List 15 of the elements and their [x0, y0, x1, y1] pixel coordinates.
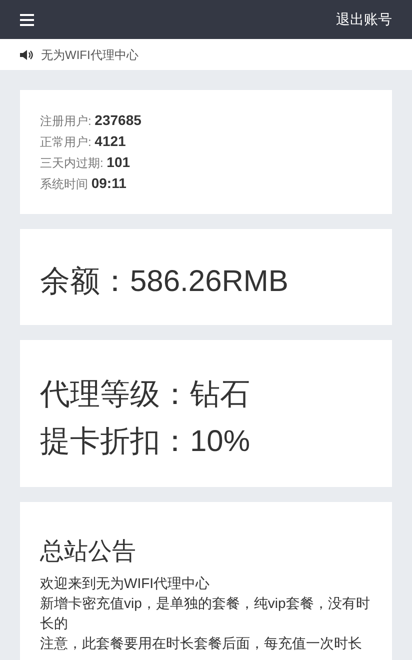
- speaker-icon: [20, 48, 33, 60]
- stat-line: 系统时间 09:11: [40, 174, 128, 193]
- announcement-line: 新增卡密充值vip，是单独的套餐，纯vip套餐，没有时长的: [40, 594, 371, 633]
- balance-text: 余额：586.26RMB: [40, 264, 290, 300]
- menu-icon[interactable]: [20, 14, 34, 26]
- announcement-title: 总站公告: [40, 538, 137, 567]
- announcement-line: 注意，此套餐要用在时长套餐后面，每充值一次时长: [40, 634, 363, 653]
- stat-line: 注册用户: 237685: [40, 111, 142, 130]
- agent-info-text: 代理等级：钻石: [40, 377, 251, 413]
- announcement-line: 欢迎来到无为WIFI代理中心: [40, 574, 211, 593]
- notice-text: 无为WIFI代理中心: [41, 46, 138, 64]
- logout-button[interactable]: 退出账号: [336, 9, 392, 30]
- agent-info-text: 提卡折扣：10%: [40, 424, 252, 460]
- stat-line: 正常用户: 4121: [40, 132, 127, 151]
- stat-line: 三天内过期: 101: [40, 153, 132, 172]
